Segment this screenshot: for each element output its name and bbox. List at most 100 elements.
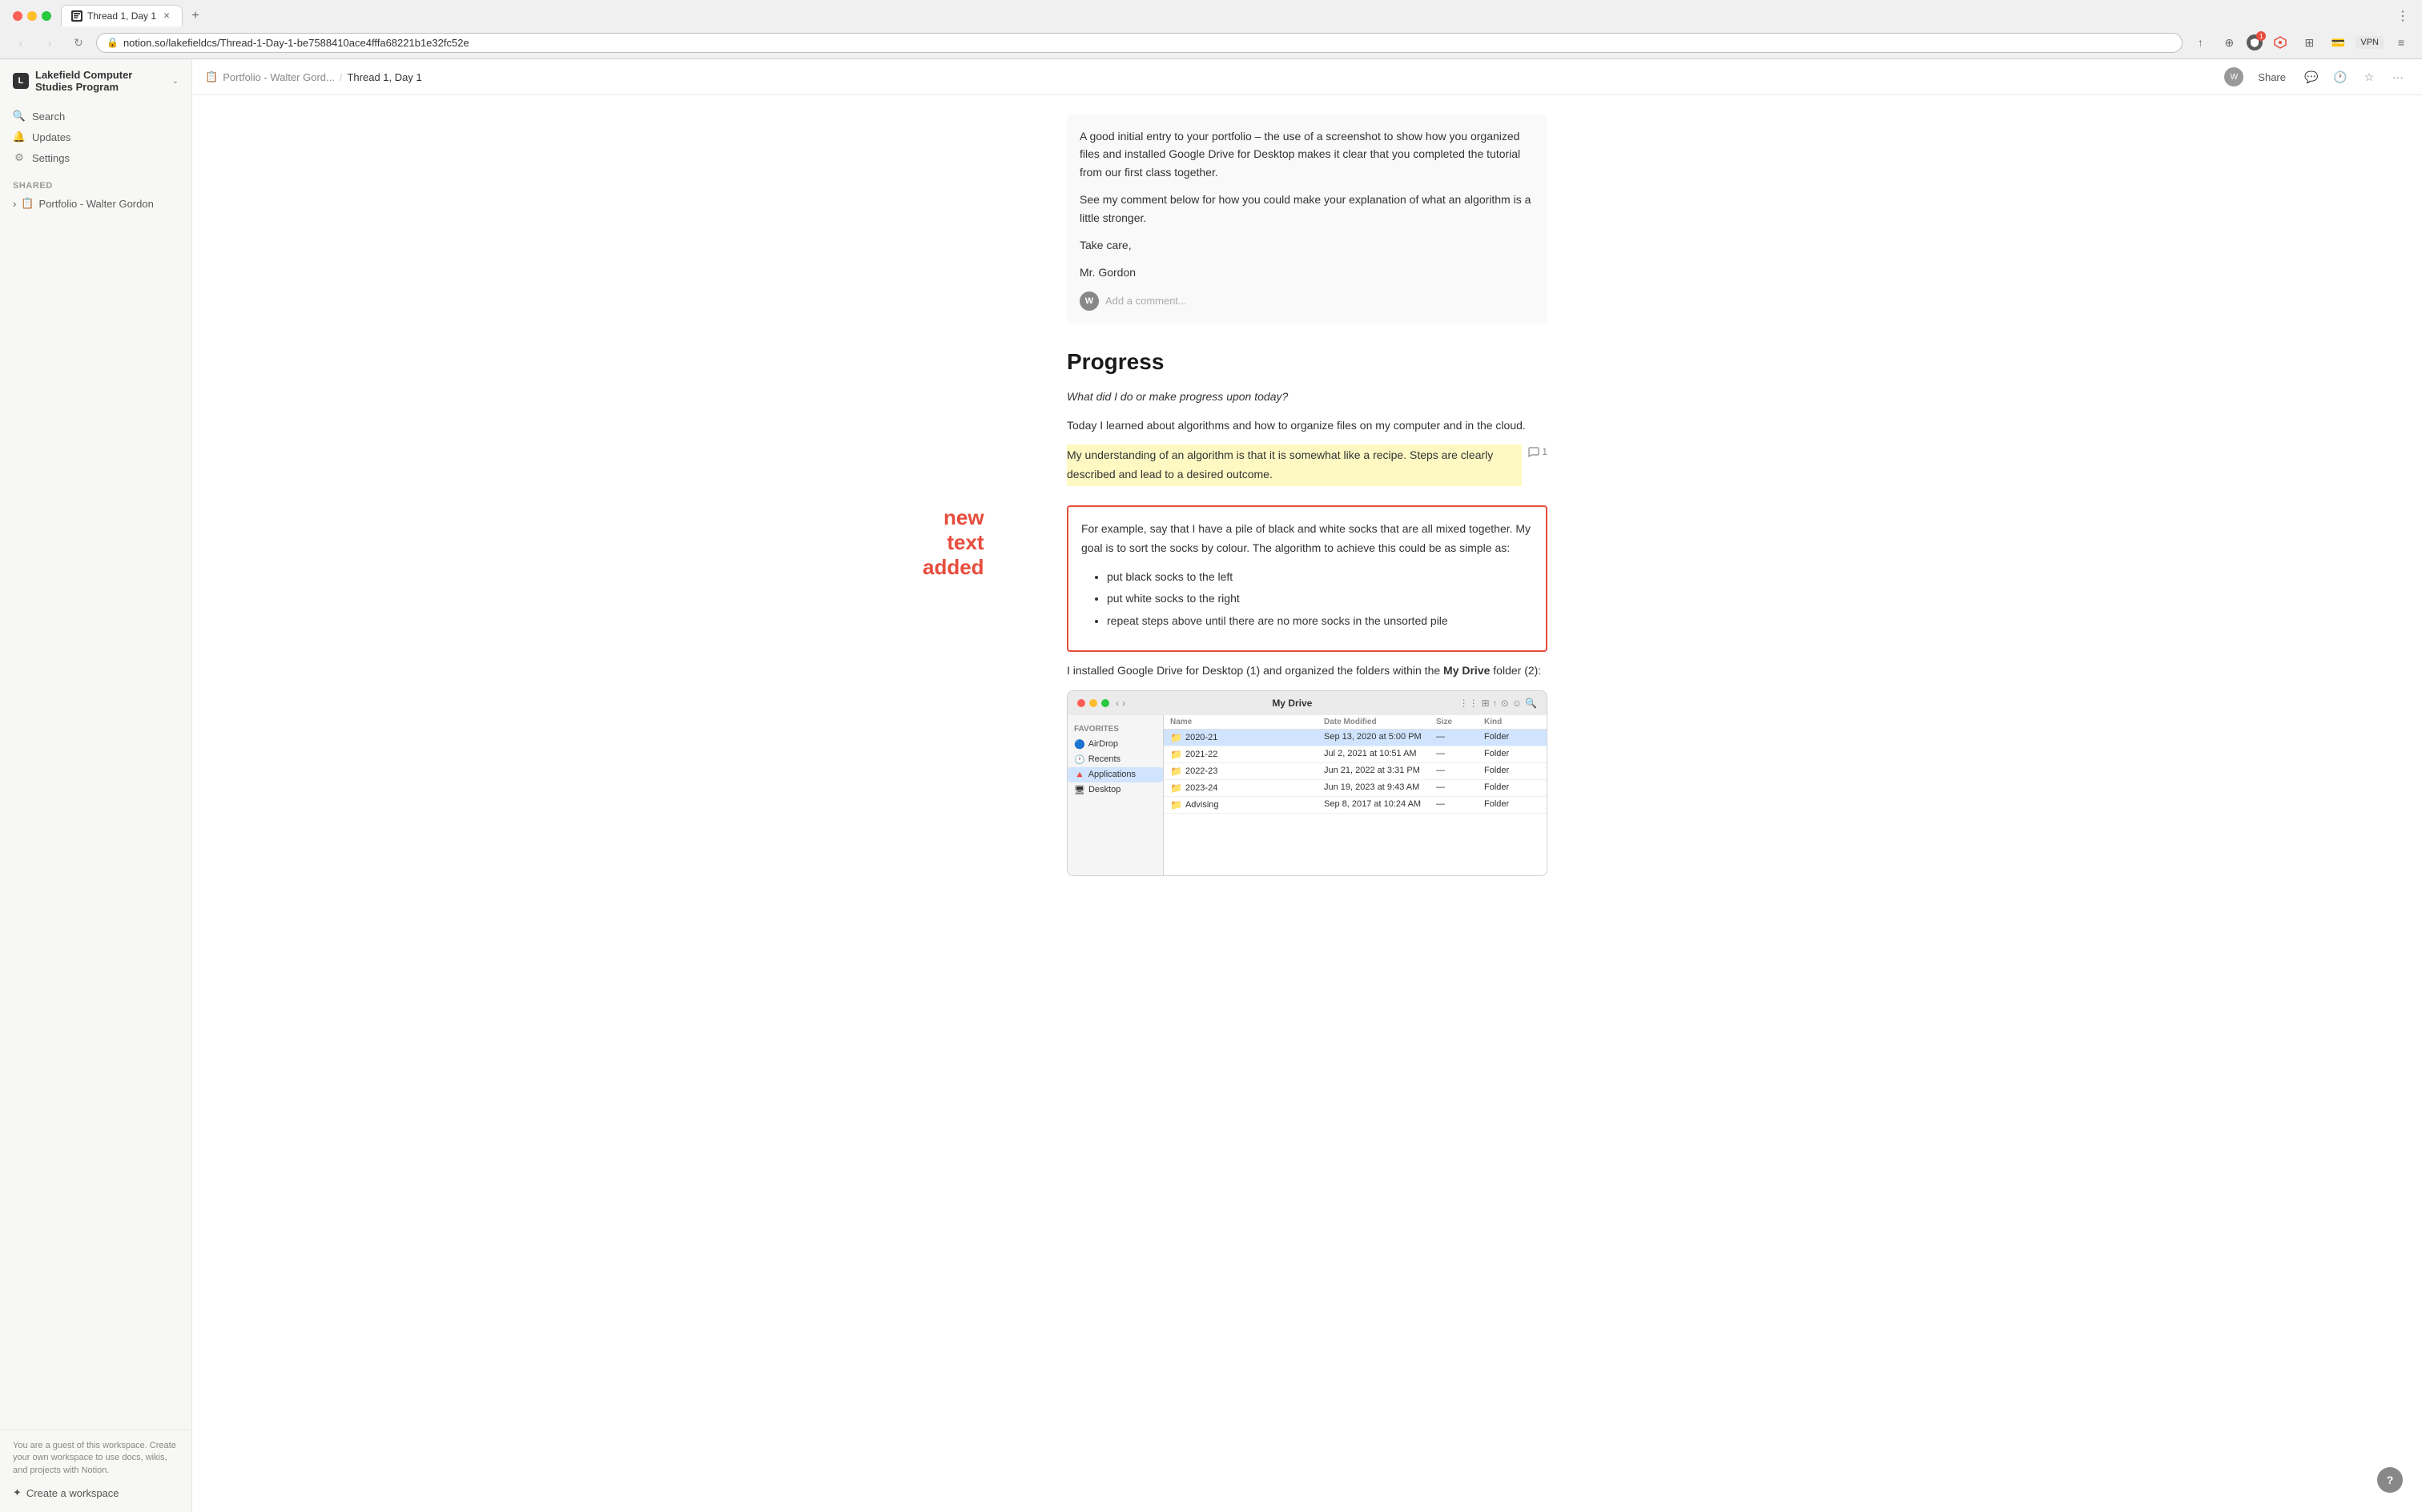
row-date: Jul 2, 2021 at 10:51 AM xyxy=(1324,749,1436,760)
paragraph-2: I installed Google Drive for Desktop (1)… xyxy=(1067,662,1547,681)
finder-row-advising[interactable]: 📁Advising Sep 8, 2017 at 10:24 AM — Fold… xyxy=(1164,797,1547,814)
finder-row-2023-24[interactable]: 📁2023-24 Jun 19, 2023 at 9:43 AM — Folde… xyxy=(1164,780,1547,797)
create-workspace-button[interactable]: ✦ Create a workspace xyxy=(13,1483,179,1502)
breadcrumb-separator: / xyxy=(340,71,343,83)
tab-close-button[interactable]: ✕ xyxy=(161,10,172,22)
finder-minimize-light[interactable] xyxy=(1089,699,1097,707)
red-box-container: new text added For example, say that I h… xyxy=(1067,505,1547,652)
recents-label: Recents xyxy=(1088,754,1120,764)
italic-question: What did I do or make progress upon toda… xyxy=(1067,388,1547,407)
sidebar: L Lakefield Computer Studies Program ⌄ 🔍… xyxy=(0,59,192,1512)
sidebar-footer: You are a guest of this workspace. Creat… xyxy=(0,1430,191,1512)
airdrop-label: AirDrop xyxy=(1088,739,1118,749)
finder-title: My Drive xyxy=(1132,698,1453,709)
col-kind: Kind xyxy=(1484,718,1540,726)
tab-bar: Thread 1, Day 1 ✕ + ⋮ xyxy=(0,0,2422,26)
refresh-button[interactable]: ↻ xyxy=(67,31,90,54)
row-size: — xyxy=(1436,732,1484,743)
share-page-button[interactable]: ↑ xyxy=(2189,31,2211,54)
chevron-right-icon: › xyxy=(13,198,16,210)
menu-button[interactable]: ≡ xyxy=(2390,31,2412,54)
finder-forward-button[interactable]: › xyxy=(1122,698,1125,709)
vpn-button[interactable]: VPN xyxy=(2356,36,2384,49)
sidebar-item-search[interactable]: 🔍 Search xyxy=(6,106,185,127)
finder-table-header: Name Date Modified Size Kind xyxy=(1164,715,1547,730)
finder-share-button[interactable]: ↑ xyxy=(1493,698,1498,709)
row-size: — xyxy=(1436,799,1484,810)
annotation-line-2: text xyxy=(923,530,984,555)
more-options-button[interactable]: ··· xyxy=(2387,66,2409,88)
folder-icon: 📁 xyxy=(1170,732,1182,743)
maximize-traffic-light[interactable] xyxy=(42,11,51,21)
tab-title: Thread 1, Day 1 xyxy=(87,10,156,22)
row-date: Sep 8, 2017 at 10:24 AM xyxy=(1324,799,1436,810)
finder-sidebar-desktop[interactable]: 🖥 Desktop xyxy=(1068,782,1163,798)
close-traffic-light[interactable] xyxy=(13,11,22,21)
favorite-button[interactable]: ☆ xyxy=(2358,66,2380,88)
breadcrumb-parent[interactable]: Portfolio - Walter Gord... xyxy=(223,71,335,83)
annotation-new-text: new text added xyxy=(923,505,984,581)
folder-icon: 📁 xyxy=(1170,749,1182,760)
comment-count-indicator[interactable]: 1 xyxy=(1528,446,1547,457)
url-input-container[interactable]: 🔒 notion.so/lakefieldcs/Thread-1-Day-1-b… xyxy=(96,33,2183,53)
finder-close-light[interactable] xyxy=(1077,699,1085,707)
row-date: Jun 21, 2022 at 3:31 PM xyxy=(1324,766,1436,777)
sidebar-item-portfolio[interactable]: › 📋 Portfolio - Walter Gordon xyxy=(0,194,191,213)
finder-grid-view-button[interactable]: ⊞ xyxy=(1482,698,1490,709)
finder-view-options-button[interactable]: ⋮⋮ xyxy=(1459,698,1479,709)
browser-chrome: Thread 1, Day 1 ✕ + ⋮ ‹ › ↻ 🔒 notion.so/… xyxy=(0,0,2422,59)
help-button[interactable]: ? xyxy=(2377,1467,2403,1493)
finder-maximize-light[interactable] xyxy=(1101,699,1109,707)
bookmark-button[interactable]: ⊕ xyxy=(2218,31,2240,54)
traffic-lights xyxy=(6,11,58,21)
active-tab[interactable]: Thread 1, Day 1 ✕ xyxy=(61,5,183,26)
wallet-button[interactable]: 💳 xyxy=(2327,31,2349,54)
comment-para-4: Mr. Gordon xyxy=(1080,263,1535,281)
comment-avatar: W xyxy=(1080,292,1099,311)
finder-search-button[interactable]: 🔍 xyxy=(1525,698,1537,709)
finder-back-button[interactable]: ‹ xyxy=(1116,698,1119,709)
highlighted-text-row: My understanding of an algorithm is that… xyxy=(1067,444,1547,496)
minimize-traffic-light[interactable] xyxy=(27,11,37,21)
para2-end: folder (2): xyxy=(1490,664,1541,677)
finder-sidebar-recents[interactable]: 🕐 Recents xyxy=(1068,752,1163,767)
share-button[interactable]: Share xyxy=(2250,68,2294,86)
sidebar-item-settings[interactable]: ⚙ Settings xyxy=(6,147,185,168)
finder-row-2020-21[interactable]: 📁2020-21 Sep 13, 2020 at 5:00 PM — Folde… xyxy=(1164,730,1547,746)
bullet-list: put black socks to the left put white so… xyxy=(1094,568,1533,631)
forward-button[interactable]: › xyxy=(38,31,61,54)
extension-icon[interactable] xyxy=(2269,31,2291,54)
reader-view-button[interactable]: ⊞ xyxy=(2298,31,2320,54)
shield-badge[interactable]: 1 xyxy=(2247,34,2263,50)
page-content: A good initial entry to your portfolio –… xyxy=(192,95,2422,1512)
workspace-icon: L xyxy=(13,73,29,89)
recents-icon: 🕐 xyxy=(1074,754,1085,765)
row-name: Advising xyxy=(1185,800,1219,810)
comment-input[interactable]: Add a comment... xyxy=(1105,295,1535,307)
finder-sidebar-airdrop[interactable]: 🔵 AirDrop xyxy=(1068,737,1163,752)
row-size: — xyxy=(1436,749,1484,760)
workspace-chevron-icon: ⌄ xyxy=(172,77,179,86)
url-text: notion.so/lakefieldcs/Thread-1-Day-1-be7… xyxy=(123,37,2172,49)
sidebar-item-updates[interactable]: 🔔 Updates xyxy=(6,127,185,147)
row-name: 2021-22 xyxy=(1185,750,1217,759)
finder-row-2021-22[interactable]: 📁2021-22 Jul 2, 2021 at 10:51 AM — Folde… xyxy=(1164,746,1547,763)
breadcrumb-current: Thread 1, Day 1 xyxy=(347,71,421,83)
new-tab-button[interactable]: + xyxy=(186,6,205,26)
comment-button[interactable]: 💬 xyxy=(2300,66,2323,88)
finder-emoji-button[interactable]: ☺ xyxy=(1512,698,1522,709)
workspace-header[interactable]: L Lakefield Computer Studies Program ⌄ xyxy=(0,59,191,103)
finder-sidebar-applications[interactable]: 🔺 Applications xyxy=(1068,767,1163,782)
row-date: Sep 13, 2020 at 5:00 PM xyxy=(1324,732,1436,743)
history-button[interactable]: 🕐 xyxy=(2329,66,2352,88)
create-workspace-label: Create a workspace xyxy=(26,1487,119,1499)
finder-row-2022-23[interactable]: 📁2022-23 Jun 21, 2022 at 3:31 PM — Folde… xyxy=(1164,763,1547,780)
airdrop-icon: 🔵 xyxy=(1074,739,1085,750)
list-item: put white socks to the right xyxy=(1107,589,1533,609)
finder-sidebar-section-label: Favorites xyxy=(1068,722,1163,737)
row-name: 2023-24 xyxy=(1185,783,1217,793)
avatar: W xyxy=(2224,67,2243,86)
para2-bold: My Drive xyxy=(1443,664,1490,677)
back-button[interactable]: ‹ xyxy=(10,31,32,54)
finder-tag-button[interactable]: ⊙ xyxy=(1501,698,1509,709)
